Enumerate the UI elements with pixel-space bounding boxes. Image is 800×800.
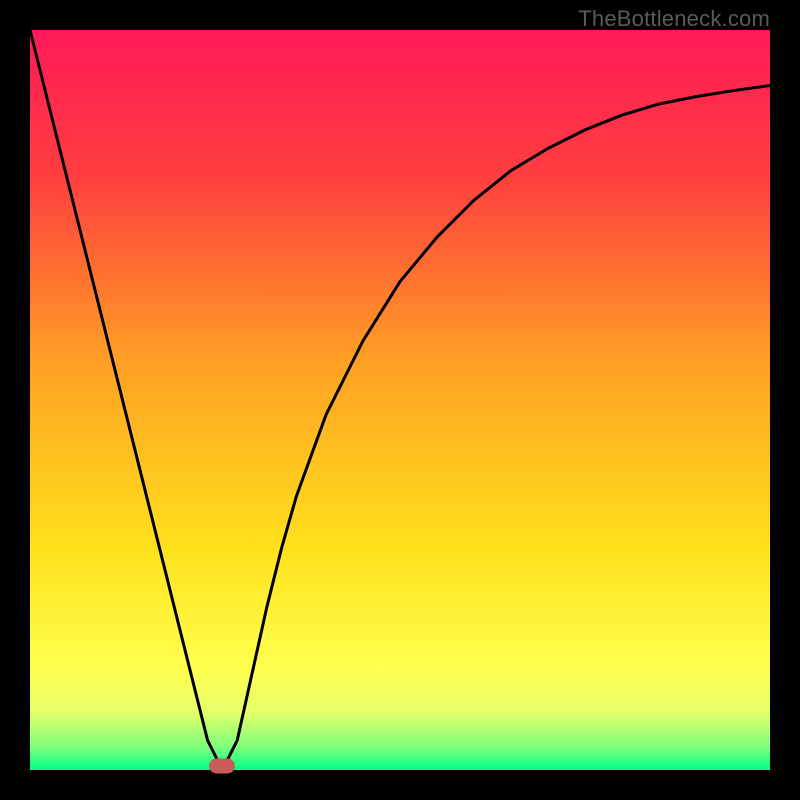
bottleneck-chart [30,30,770,770]
optimal-point-marker [209,759,235,774]
watermark-text: TheBottleneck.com [578,6,770,32]
gradient-background [30,30,770,770]
chart-frame [30,30,770,770]
